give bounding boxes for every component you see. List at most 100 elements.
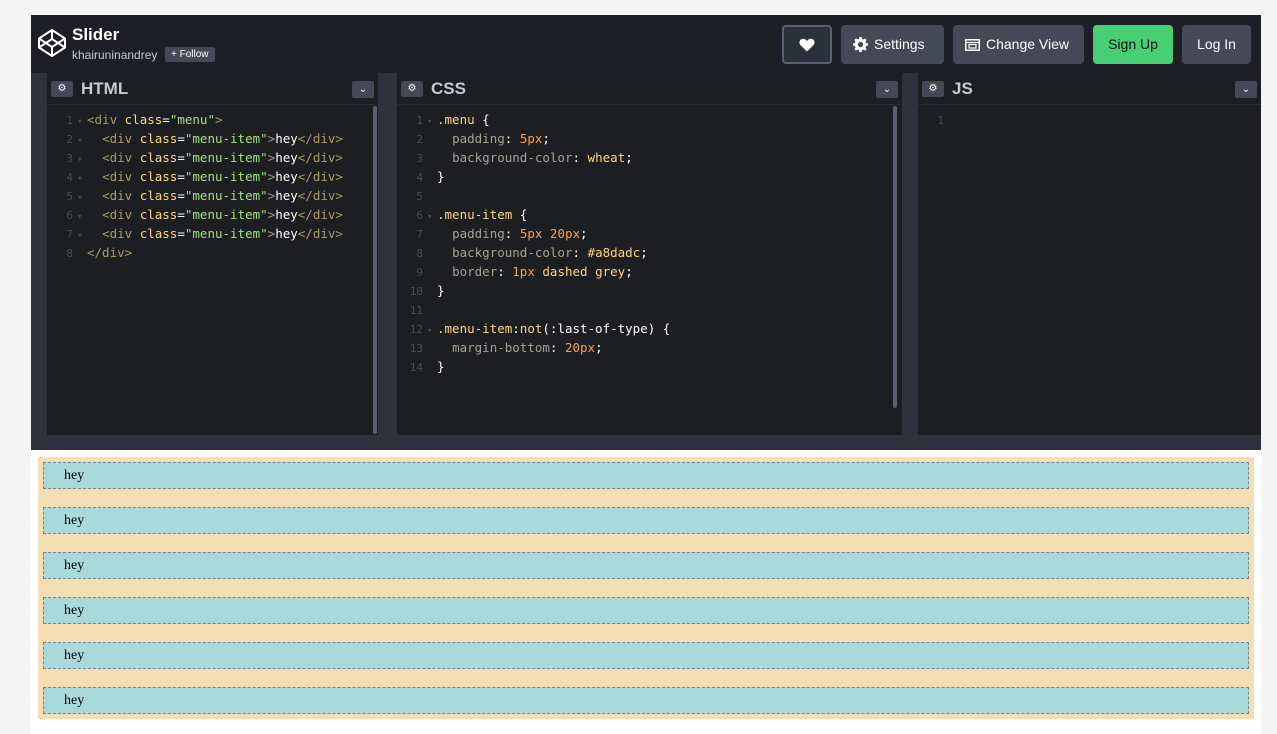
gear-icon xyxy=(853,37,868,52)
code-token: : xyxy=(504,226,520,241)
js-editor-panel[interactable]: ⚙ JS ⌄ 1 xyxy=(918,73,1261,435)
pen-title[interactable]: Slider xyxy=(72,25,119,45)
html-scrollbar[interactable] xyxy=(373,106,377,434)
code-tag: </div> xyxy=(297,226,343,241)
code-line[interactable]: 2 ▾ <div class="menu-item">hey</div> xyxy=(47,129,343,148)
code-line[interactable]: 7 padding: 5px 20px; xyxy=(397,224,670,243)
code-tag: </div> xyxy=(297,150,343,165)
html-editor-panel[interactable]: ⚙ HTML ⌄ 1 ▾ <div class="menu"> 2 ▾ <div cla… xyxy=(47,73,378,435)
code-token: : xyxy=(572,245,588,260)
code-tag: </div> xyxy=(297,188,343,203)
code-line[interactable]: 14} xyxy=(397,357,670,376)
code-line[interactable]: 8 </div> xyxy=(47,243,343,262)
code-string: "menu" xyxy=(169,112,215,127)
code-token: : xyxy=(572,150,588,165)
code-line[interactable]: 1 ▾ .menu { xyxy=(397,110,670,129)
line-number: 9 xyxy=(416,266,423,279)
code-line[interactable]: 5 ▾ <div class="menu-item">hey</div> xyxy=(47,186,343,205)
line-number: 3 xyxy=(416,152,423,165)
code-text: hey xyxy=(275,188,298,203)
code-line[interactable]: 13 margin-bottom: 20px; xyxy=(397,338,670,357)
code-line[interactable]: 10} xyxy=(397,281,670,300)
code-line[interactable]: 3 ▾ <div class="menu-item">hey</div> xyxy=(47,148,343,167)
code-tag: </div> xyxy=(87,245,133,260)
code-token: dashed grey xyxy=(542,264,626,279)
code-line[interactable]: 6 ▾ <div class="menu-item">hey</div> xyxy=(47,205,343,224)
line-number: 11 xyxy=(409,304,423,317)
code-token: ; xyxy=(542,131,550,146)
code-line[interactable]: 4 ▾ <div class="menu-item">hey</div> xyxy=(47,167,343,186)
line-number: 8 xyxy=(66,247,73,260)
resize-handle[interactable] xyxy=(378,73,397,435)
code-line[interactable]: 4} xyxy=(397,167,670,186)
chevron-down-icon[interactable]: ⌄ xyxy=(876,81,898,98)
code-line[interactable]: 8 background-color: #a8dadc; xyxy=(397,243,670,262)
code-tag: <div xyxy=(87,112,125,127)
code-token: border xyxy=(452,264,498,279)
css-panel-header: ⚙ CSS ⌄ xyxy=(397,73,902,105)
author-link[interactable]: khairuninandrey xyxy=(72,48,157,62)
code-string: "menu-item" xyxy=(184,207,268,222)
code-line[interactable]: 7 ▾ <div class="menu-item">hey</div> xyxy=(47,224,343,243)
code-text: hey xyxy=(275,169,298,184)
love-button[interactable] xyxy=(782,25,832,64)
code-attr: class xyxy=(139,169,178,184)
chevron-down-icon[interactable]: ⌄ xyxy=(352,81,374,98)
code-token: : xyxy=(504,131,520,146)
line-number: 7 xyxy=(416,228,423,241)
js-panel-title: JS xyxy=(952,79,973,98)
codepen-logo-icon[interactable] xyxy=(37,28,67,58)
html-code[interactable]: 1 ▾ <div class="menu"> 2 ▾ <div class="menu-… xyxy=(47,110,343,262)
log-in-button[interactable]: Log In xyxy=(1182,25,1251,64)
code-tag: <div xyxy=(102,150,140,165)
line-number: 1 xyxy=(937,114,944,127)
code-text: hey xyxy=(275,150,298,165)
code-text: hey xyxy=(275,131,298,146)
html-settings-gear-icon[interactable]: ⚙ xyxy=(51,81,73,97)
line-number: 2 xyxy=(416,133,423,146)
code-token: } xyxy=(437,359,445,374)
css-scrollbar[interactable] xyxy=(893,106,897,408)
code-punc: = xyxy=(177,131,185,146)
follow-button[interactable]: + Follow xyxy=(165,47,215,62)
code-line[interactable]: 5 xyxy=(397,186,670,205)
code-line[interactable]: 9 border: 1px dashed grey; xyxy=(397,262,670,281)
line-number: 13 xyxy=(409,342,423,355)
code-line[interactable]: 6 ▾ .menu-item { xyxy=(397,205,670,224)
menu-item: hey xyxy=(43,552,1249,579)
code-punc: = xyxy=(177,207,185,222)
html-panel-header: ⚙ HTML ⌄ xyxy=(47,73,378,105)
change-view-button[interactable]: Change View xyxy=(953,25,1084,64)
code-tag: </div> xyxy=(297,207,343,222)
css-settings-gear-icon[interactable]: ⚙ xyxy=(401,81,423,97)
code-line[interactable]: 12 ▾ .menu-item:not(:last-of-type) { xyxy=(397,319,671,338)
resize-handle[interactable] xyxy=(902,73,918,435)
code-line[interactable]: 1 ▾ <div class="menu"> xyxy=(47,110,343,129)
js-code[interactable]: 1 xyxy=(918,110,948,129)
settings-button[interactable]: Settings xyxy=(841,25,944,64)
code-line[interactable]: 3 background-color: wheat; xyxy=(397,148,670,167)
css-code[interactable]: 1 ▾ .menu {2 padding: 5px; 3 background-col… xyxy=(397,110,671,376)
code-line[interactable]: 11 xyxy=(397,300,670,319)
settings-label: Settings xyxy=(874,36,925,52)
js-settings-gear-icon[interactable]: ⚙ xyxy=(922,81,944,97)
code-attr: class xyxy=(139,226,178,241)
menu-item: hey xyxy=(43,687,1249,714)
resize-handle-left[interactable] xyxy=(31,73,47,435)
code-token: : xyxy=(512,321,520,336)
chevron-down-icon[interactable]: ⌄ xyxy=(1235,81,1257,98)
code-token: ; xyxy=(640,245,648,260)
code-tag: </div> xyxy=(297,131,343,146)
code-line[interactable]: 2 padding: 5px; xyxy=(397,129,670,148)
css-editor-panel[interactable]: ⚙ CSS ⌄ 1 ▾ .menu {2 padding: 5px; 3 backgr… xyxy=(397,73,902,435)
menu-item: hey xyxy=(43,642,1249,669)
sign-up-button[interactable]: Sign Up xyxy=(1093,25,1173,64)
code-token: : xyxy=(549,340,565,355)
